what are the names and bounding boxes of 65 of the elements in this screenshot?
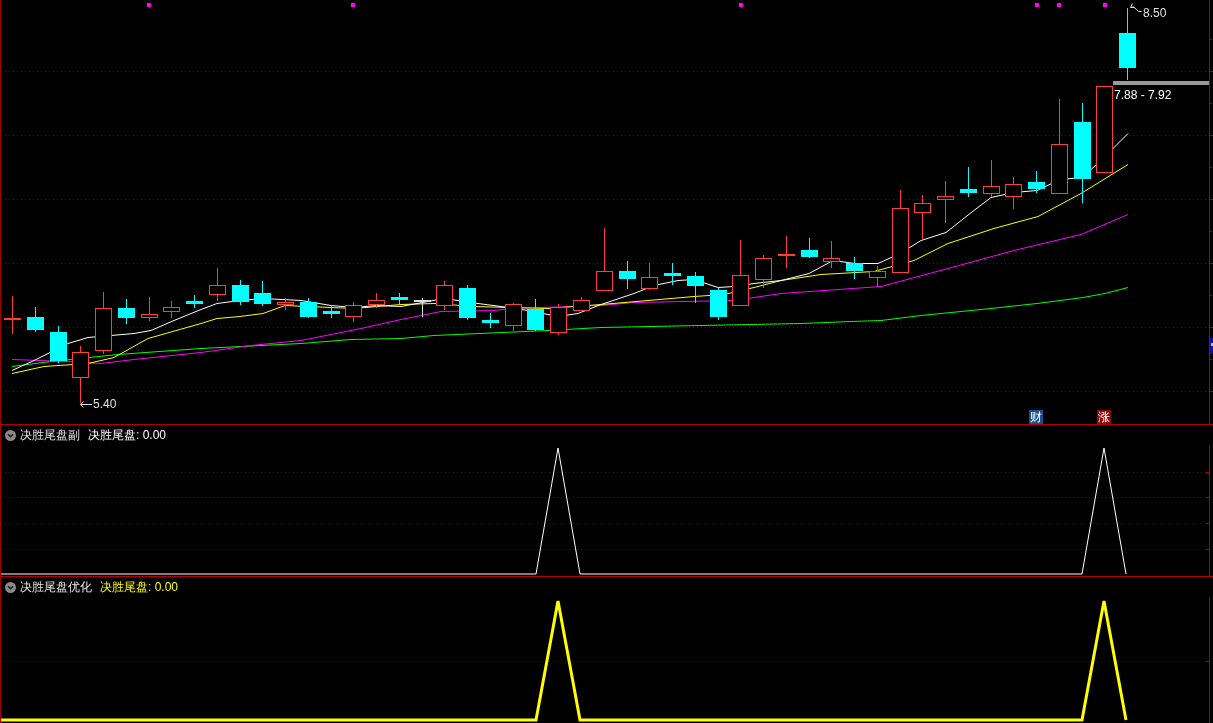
- candlestick: [300, 297, 317, 319]
- candlestick: [710, 286, 727, 321]
- candlestick: [573, 296, 590, 314]
- event-tag: 财: [1029, 410, 1043, 424]
- candlestick: [391, 292, 408, 305]
- edge-tag-icon: [1210, 338, 1213, 354]
- square-marker-icon: [147, 3, 151, 7]
- candlestick: [869, 265, 886, 288]
- candlestick: [459, 284, 476, 321]
- candlestick: [778, 235, 795, 269]
- candlestick: [232, 279, 249, 306]
- candlestick: [619, 260, 636, 290]
- chevron-down-icon[interactable]: [5, 581, 16, 593]
- candlestick: [823, 240, 840, 269]
- event-tag: 涨: [1097, 410, 1111, 424]
- candlestick: [186, 294, 203, 309]
- candlestick: [1028, 170, 1045, 194]
- chevron-down-icon[interactable]: [5, 429, 16, 441]
- candlestick: [209, 267, 226, 302]
- candlestick: [687, 271, 704, 304]
- candlestick: [527, 298, 544, 332]
- square-marker-icon: [351, 3, 355, 7]
- candlestick: [436, 280, 453, 311]
- candlestick: [4, 295, 21, 335]
- candlestick: [505, 302, 522, 332]
- candlestick: [141, 296, 158, 322]
- price-range-label: 7.88 - 7.92: [1114, 88, 1172, 102]
- low-price-label: 5.40: [93, 397, 117, 411]
- curved-arrow-icon: [1130, 3, 1142, 13]
- candlestick: [50, 325, 67, 364]
- candlestick: [641, 262, 658, 291]
- candlestick: [801, 237, 818, 259]
- candlestick: [732, 239, 749, 307]
- indicator-name: 决胜尾盘优化: [20, 580, 92, 594]
- candlestick: [482, 312, 499, 329]
- candlestick: [254, 280, 271, 307]
- candlestick: [345, 301, 362, 323]
- candlestick: [323, 304, 340, 319]
- candlestick: [960, 166, 977, 198]
- square-marker-icon: [1103, 3, 1107, 7]
- candlestick: [163, 300, 180, 319]
- candlestick: [1005, 176, 1022, 210]
- indicator-value: 决胜尾盘: 0.00: [88, 428, 167, 442]
- candlestick: [27, 306, 44, 333]
- candlestick: [755, 254, 772, 289]
- high-price-label: 8.50: [1143, 6, 1167, 20]
- candlestick: [72, 345, 89, 404]
- square-marker-icon: [1057, 3, 1061, 7]
- candlestick: [914, 194, 931, 240]
- candlestick: [983, 159, 1000, 198]
- candlestick: [414, 297, 431, 318]
- candlestick: [95, 291, 112, 355]
- candlestick: [664, 262, 681, 286]
- indicator-value: 决胜尾盘: 0.00: [100, 580, 179, 594]
- arrow-left-icon: [80, 401, 93, 408]
- candlestick: [846, 256, 863, 280]
- candlestick: [118, 298, 135, 325]
- candlestick: [368, 292, 385, 309]
- square-marker-icon: [739, 3, 743, 7]
- candlestick: [550, 303, 567, 336]
- square-marker-icon: [1035, 3, 1039, 7]
- indicator-name: 决胜尾盘副: [20, 428, 80, 442]
- candlestick: [596, 227, 613, 292]
- candlestick: [277, 297, 294, 311]
- candlestick: [937, 180, 954, 224]
